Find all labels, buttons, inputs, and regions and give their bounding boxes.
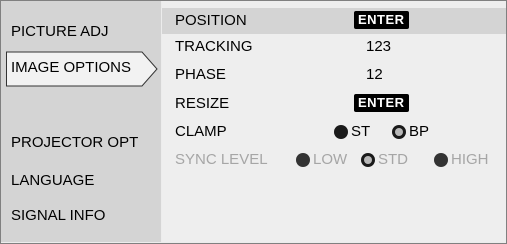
option-label: BP bbox=[409, 123, 430, 140]
sidebar-item-signal-info[interactable]: SIGNAL INFO bbox=[11, 207, 105, 225]
setting-label: PHASE bbox=[175, 66, 226, 83]
clamp-option-bp[interactable]: BP bbox=[392, 123, 429, 141]
radio-unselected-icon bbox=[296, 153, 310, 167]
radio-selected-icon bbox=[392, 125, 406, 139]
setting-row-sync-level: SYNC LEVEL LOW STD HIGH bbox=[162, 147, 506, 173]
sync-option-high: HIGH bbox=[434, 151, 489, 169]
option-label: HIGH bbox=[451, 151, 489, 168]
sidebar-item-label: PICTURE ADJ bbox=[11, 23, 109, 40]
option-label: ST bbox=[351, 123, 371, 140]
setting-row-phase[interactable]: PHASE 12 bbox=[162, 62, 506, 88]
sidebar-item-image-options[interactable]: IMAGE OPTIONS bbox=[6, 51, 158, 87]
sidebar-item-picture-adj[interactable]: PICTURE ADJ bbox=[11, 23, 109, 41]
sidebar-item-label: SIGNAL INFO bbox=[11, 207, 106, 224]
setting-row-position[interactable]: POSITION ENTER bbox=[162, 8, 506, 34]
option-label: STD bbox=[378, 151, 408, 168]
radio-unselected-icon bbox=[434, 153, 448, 167]
sidebar-item-projector-opt[interactable]: PROJECTOR OPT bbox=[11, 134, 138, 152]
setting-row-resize[interactable]: RESIZE ENTER bbox=[162, 91, 506, 117]
sidebar-item-label: LANGUAGE bbox=[11, 172, 95, 189]
setting-row-clamp[interactable]: CLAMP ST BP bbox=[162, 119, 506, 145]
sidebar-item-label: PROJECTOR OPT bbox=[11, 134, 139, 151]
enter-button[interactable]: ENTER bbox=[354, 94, 409, 112]
clamp-option-st[interactable]: ST bbox=[334, 123, 370, 141]
radio-selected-icon bbox=[361, 153, 375, 167]
phase-value[interactable]: 12 bbox=[366, 66, 383, 84]
setting-label: SYNC LEVEL bbox=[175, 151, 268, 168]
sync-option-low: LOW bbox=[296, 151, 347, 169]
setting-label: CLAMP bbox=[175, 123, 227, 140]
menu-sidebar: PICTURE ADJ IMAGE OPTIONS PROJECTOR OPT … bbox=[1, 1, 161, 242]
enter-button[interactable]: ENTER bbox=[354, 11, 409, 29]
sync-option-std: STD bbox=[361, 151, 408, 169]
sidebar-item-language[interactable]: LANGUAGE bbox=[11, 172, 94, 190]
tracking-value[interactable]: 123 bbox=[366, 38, 391, 56]
option-label: LOW bbox=[313, 151, 348, 168]
setting-row-tracking[interactable]: TRACKING 123 bbox=[162, 34, 506, 60]
setting-label: TRACKING bbox=[175, 38, 253, 55]
sidebar-item-label: IMAGE OPTIONS bbox=[11, 59, 132, 76]
setting-label: RESIZE bbox=[175, 95, 230, 112]
settings-panel: POSITION ENTER TRACKING 123 PHASE 12 RES… bbox=[162, 1, 506, 242]
radio-unselected-icon bbox=[334, 125, 348, 139]
setting-label: POSITION bbox=[175, 12, 247, 29]
